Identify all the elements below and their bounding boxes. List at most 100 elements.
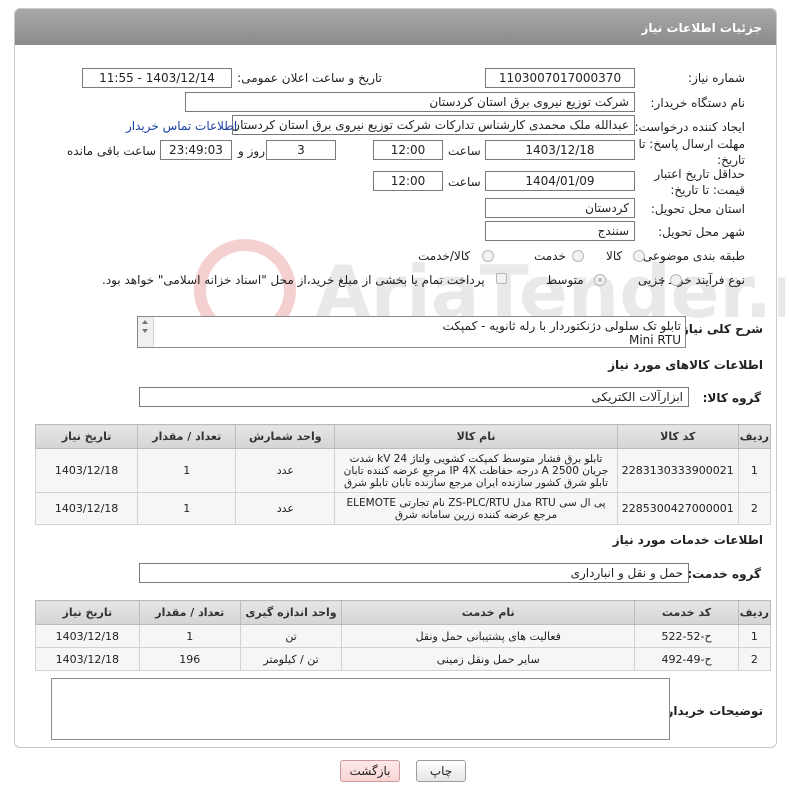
- cell-unit: تن: [239, 624, 343, 648]
- cell-unit: عدد: [235, 448, 336, 493]
- deadline-label: مهلت ارسال پاسخ: تا تاریخ:: [638, 137, 745, 167]
- price-validity-date-field[interactable]: 1404/01/09: [485, 171, 635, 191]
- treasury-note: پرداخت تمام یا بخشی از مبلغ خرید،از محل …: [102, 273, 485, 287]
- back-button[interactable]: بازگشت: [340, 760, 400, 782]
- cell-name: پی ال سی RTU مدل ZS-PLC/RTU نام تجارتی E…: [334, 492, 618, 525]
- col-unit: واحد شمارش: [235, 424, 336, 449]
- cell-qty: 1: [138, 624, 241, 648]
- treasury-checkbox[interactable]: [496, 273, 507, 284]
- cell-date: 1403/12/18: [35, 624, 140, 648]
- category-radio-goods-service[interactable]: [482, 250, 494, 262]
- cell-qty: 1: [137, 448, 237, 493]
- cell-row: 2: [737, 647, 772, 671]
- creator-field[interactable]: عبدالله ملک محمدی کارشناس تدارکات شرکت ت…: [232, 115, 635, 135]
- col-name: نام خدمت: [341, 600, 636, 625]
- services-group-field[interactable]: حمل و نقل و انبارداری: [139, 563, 689, 583]
- description-textarea[interactable]: تابلو تک سلولی دژنکتوردار با رله ثانویه …: [137, 316, 686, 348]
- purchase-option-minor: جزیی: [638, 273, 666, 287]
- deadline-time-field[interactable]: 12:00: [373, 140, 443, 160]
- category-radio-goods[interactable]: [633, 250, 645, 262]
- cell-name: فعالیت های پشتیبانی حمل ونقل: [341, 624, 636, 648]
- table-row[interactable]: 2 ح-49-492 سایر حمل ونقل زمینی تن / کیلو…: [35, 647, 772, 671]
- panel-header: جزئیات اطلاعات نیاز: [15, 9, 776, 45]
- category-option-goods-service: کالا/خدمت: [418, 249, 471, 263]
- services-section-title: اطلاعات خدمات مورد نیاز: [612, 533, 763, 547]
- col-qty: تعداد / مقدار: [137, 424, 237, 449]
- description-line-2: Mini RTU: [628, 333, 681, 347]
- cell-unit: تن / کیلومتر: [239, 647, 343, 671]
- purchase-radio-medium[interactable]: [594, 274, 606, 286]
- goods-table-header: ردیف کد کالا نام کالا واحد شمارش تعداد /…: [34, 424, 772, 449]
- days-label: روز و: [238, 144, 265, 158]
- col-row: ردیف: [737, 424, 772, 449]
- cell-code: 2285300427000001: [616, 492, 739, 525]
- cell-code: 2283130333900021: [616, 448, 739, 493]
- goods-group-field[interactable]: ابزارآلات الکتریکی: [139, 387, 689, 407]
- price-validity-time-label: ساعت: [448, 175, 481, 189]
- deadline-date-field[interactable]: 1403/12/18: [485, 140, 635, 160]
- col-code: کد خدمت: [634, 600, 739, 625]
- goods-section-title: اطلاعات کالاهای مورد نیاز: [608, 358, 763, 372]
- category-option-service: خدمت: [534, 249, 566, 263]
- col-unit: واحد اندازه گیری: [239, 600, 343, 625]
- cell-name: سایر حمل ونقل زمینی: [341, 647, 636, 671]
- cell-code: ح-52-522: [634, 624, 739, 648]
- need-number-label: شماره نیاز:: [688, 71, 745, 85]
- services-group-label: گروه خدمت:: [687, 567, 761, 581]
- services-table: ردیف کد خدمت نام خدمت واحد اندازه گیری ت…: [35, 600, 772, 671]
- province-field[interactable]: کردستان: [485, 198, 635, 218]
- cell-date: 1403/12/18: [34, 448, 139, 493]
- province-label: استان محل تحویل:: [650, 202, 745, 216]
- buyer-org-label: نام دستگاه خریدار:: [650, 96, 746, 110]
- creator-label: ایجاد کننده درخواست:: [634, 120, 745, 134]
- scroll-arrows-icon: [142, 320, 148, 333]
- panel-title: جزئیات اطلاعات نیاز: [641, 21, 762, 35]
- col-name: نام کالا: [334, 424, 618, 449]
- city-field[interactable]: سنندج: [485, 221, 635, 241]
- price-validity-label: حداقل تاریخ اعتبار قیمت: تا تاریخ:: [654, 167, 745, 197]
- cell-row: 2: [737, 492, 772, 525]
- col-qty: تعداد / مقدار: [138, 600, 241, 625]
- purchase-radio-minor[interactable]: [670, 274, 682, 286]
- cell-row: 1: [737, 448, 772, 493]
- days-field[interactable]: 3: [266, 140, 336, 160]
- cell-name: تابلو برق فشار متوسط کمپکت کشویی ولتاژ 2…: [334, 448, 618, 493]
- description-line-1: تابلو تک سلولی دژنکتوردار با رله ثانویه …: [442, 319, 681, 333]
- cell-qty: 196: [138, 647, 241, 671]
- cell-unit: عدد: [235, 492, 336, 525]
- goods-group-label: گروه کالا:: [702, 391, 761, 405]
- table-row[interactable]: 1 2283130333900021 تابلو برق فشار متوسط …: [34, 448, 772, 493]
- col-code: کد کالا: [616, 424, 739, 449]
- buyer-org-field[interactable]: شرکت توزیع نیروی برق استان کردستان: [185, 92, 635, 112]
- cell-date: 1403/12/18: [35, 647, 140, 671]
- announce-field[interactable]: 1403/12/14 - 11:55: [82, 68, 232, 88]
- col-date: تاریخ نیاز: [35, 600, 140, 625]
- contact-buyer-link[interactable]: اطلاعات تماس خریدار: [126, 119, 237, 133]
- description-label: شرح کلی نیاز:: [677, 322, 763, 336]
- cell-qty: 1: [137, 492, 237, 525]
- table-row[interactable]: 2 2285300427000001 پی ال سی RTU مدل ZS-P…: [34, 492, 772, 525]
- purchase-option-medium: متوسط: [546, 273, 584, 287]
- goods-table: ردیف کد کالا نام کالا واحد شمارش تعداد /…: [34, 424, 772, 525]
- deadline-time-label: ساعت: [448, 144, 481, 158]
- print-button[interactable]: چاپ: [416, 760, 466, 782]
- description-scrollbar[interactable]: [138, 317, 154, 347]
- col-date: تاریخ نیاز: [34, 424, 139, 449]
- buyer-notes-textarea[interactable]: [51, 678, 670, 740]
- category-label: طبقه بندی موضوعی:: [638, 249, 745, 263]
- cell-code: ح-49-492: [634, 647, 739, 671]
- category-option-goods: کالا: [606, 249, 623, 263]
- col-row: ردیف: [737, 600, 772, 625]
- need-number-field[interactable]: 1103007017000370: [485, 68, 635, 88]
- city-label: شهر محل تحویل:: [658, 225, 745, 239]
- category-radio-service[interactable]: [572, 250, 584, 262]
- announce-label: تاریخ و ساعت اعلان عمومی:: [237, 71, 382, 85]
- cell-date: 1403/12/18: [34, 492, 139, 525]
- services-table-header: ردیف کد خدمت نام خدمت واحد اندازه گیری ت…: [35, 600, 772, 625]
- remaining-label: ساعت باقی مانده: [67, 144, 157, 158]
- table-row[interactable]: 1 ح-52-522 فعالیت های پشتیبانی حمل ونقل …: [35, 624, 772, 648]
- buyer-notes-label: توضیحات خریدار:: [661, 704, 763, 718]
- price-validity-time-field[interactable]: 12:00: [373, 171, 443, 191]
- cell-row: 1: [737, 624, 772, 648]
- remaining-time-field[interactable]: 23:49:03: [160, 140, 232, 160]
